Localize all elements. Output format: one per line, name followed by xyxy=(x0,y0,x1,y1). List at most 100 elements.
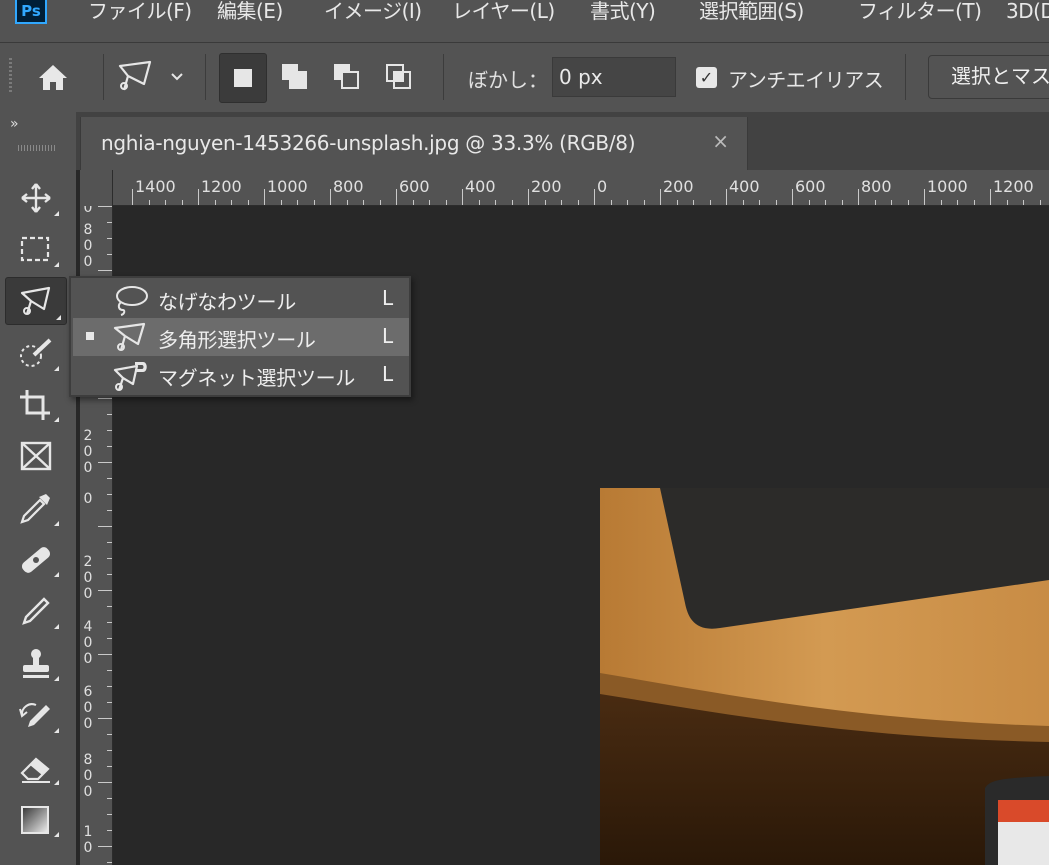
ruler-major-tick xyxy=(726,189,727,205)
ruler-label: 200 xyxy=(531,177,562,196)
menu-edit[interactable]: 編集(E) xyxy=(217,0,283,24)
magnetic-lasso-icon xyxy=(113,362,147,391)
history-brush-tool[interactable] xyxy=(8,693,64,737)
ruler-label: 1000 xyxy=(927,177,968,196)
ruler-minor-tick xyxy=(676,200,678,205)
ruler-origin[interactable] xyxy=(80,170,113,206)
eyedropper-tool[interactable] xyxy=(8,486,64,530)
menu-type[interactable]: 書式(Y) xyxy=(590,0,656,24)
ruler-minor-tick xyxy=(940,200,942,205)
ruler-minor-tick xyxy=(247,200,249,205)
ruler-minor-tick xyxy=(511,200,513,205)
ruler-minor-tick xyxy=(907,200,909,205)
antialias-label: アンチエイリアス xyxy=(728,68,884,92)
marquee-icon xyxy=(20,236,50,262)
ruler-minor-tick xyxy=(808,200,810,205)
ruler-tick xyxy=(107,430,112,431)
gradient-icon xyxy=(21,806,49,834)
ruler-tick xyxy=(107,638,112,639)
ruler-minor-tick xyxy=(214,200,216,205)
move-icon xyxy=(21,183,51,213)
marquee-tool[interactable] xyxy=(8,227,64,271)
ruler-minor-tick xyxy=(610,200,612,205)
ruler-minor-tick xyxy=(709,200,711,205)
ruler-tick xyxy=(107,750,112,751)
select-and-mask-button[interactable]: 選択とマスク... xyxy=(928,55,1049,99)
antialias-checkbox[interactable]: ✓ xyxy=(696,67,717,88)
feather-input[interactable] xyxy=(552,57,676,97)
ruler-minor-tick xyxy=(495,200,496,205)
ruler-major-tick xyxy=(792,189,793,205)
menu-image[interactable]: イメージ(I) xyxy=(324,0,422,24)
quick-selection-icon xyxy=(20,338,52,367)
ruler-tick xyxy=(107,238,112,239)
ruler-minor-tick xyxy=(1006,200,1008,205)
clone-stamp-tool[interactable] xyxy=(8,641,64,685)
ruler-tick xyxy=(107,766,112,767)
brush-tool[interactable] xyxy=(8,589,64,633)
new-selection-icon xyxy=(234,69,252,87)
chevron-down-icon xyxy=(171,73,183,81)
ruler-tick xyxy=(107,606,112,607)
brush-icon xyxy=(22,597,50,625)
menu-filter[interactable]: フィルター(T) xyxy=(858,0,982,24)
ruler-minor-tick xyxy=(478,200,480,205)
ruler-label: 1400 xyxy=(135,177,176,196)
options-divider xyxy=(103,54,104,100)
flyout-item-lasso[interactable]: なげなわツール L xyxy=(73,280,409,318)
flyout-label: マグネット選択ツール xyxy=(158,366,355,390)
move-tool[interactable] xyxy=(8,176,64,220)
menu-file[interactable]: ファイル(F) xyxy=(88,0,192,24)
flyout-shortcut: L xyxy=(382,362,394,386)
collapse-panel-icon[interactable]: » xyxy=(10,116,19,132)
ruler-minor-tick xyxy=(561,200,562,205)
gradient-tool[interactable] xyxy=(8,797,64,841)
clone-stamp-icon xyxy=(23,649,49,678)
ruler-minor-tick xyxy=(891,200,892,205)
ruler-major-tick xyxy=(924,189,925,205)
healing-brush-tool[interactable] xyxy=(8,537,64,581)
flyout-item-magnetic-lasso[interactable]: マグネット選択ツール L xyxy=(73,356,409,394)
close-icon[interactable]: × xyxy=(712,129,729,153)
menu-3d[interactable]: 3D(D) xyxy=(1006,0,1049,24)
tool-preset-picker[interactable] xyxy=(114,56,192,98)
ruler-label: 200 xyxy=(83,554,93,602)
ruler-tick xyxy=(107,622,112,623)
ruler-tick xyxy=(98,590,112,591)
ruler-minor-tick xyxy=(148,200,150,205)
ruler-tick xyxy=(107,414,112,415)
eraser-tool[interactable] xyxy=(8,745,64,789)
home-button[interactable] xyxy=(33,58,73,98)
horizontal-ruler[interactable]: 1400 1200 1000 800 600 400 200 0 200 400 600 800 100… xyxy=(113,170,1049,206)
ruler-major-tick xyxy=(660,189,661,205)
ruler-tick xyxy=(98,654,112,655)
menu-gap xyxy=(0,24,1049,42)
menu-select[interactable]: 選択範囲(S) xyxy=(699,0,804,24)
subtract-from-selection-button[interactable] xyxy=(330,56,370,100)
add-to-selection-button[interactable] xyxy=(278,56,318,100)
photoshop-logo[interactable]: Ps xyxy=(15,0,47,24)
intersect-selection-button[interactable] xyxy=(382,56,422,100)
ruler-major-tick xyxy=(330,189,331,205)
ruler-tick xyxy=(107,254,112,255)
flyout-item-polygonal-lasso[interactable]: 多角形選択ツール L xyxy=(73,318,409,356)
ruler-label: 10 xyxy=(83,824,93,856)
ruler-label: 1000 xyxy=(267,177,308,196)
ruler-minor-tick xyxy=(544,200,546,205)
menu-layer[interactable]: レイヤー(L) xyxy=(452,0,555,24)
polygonal-lasso-tool[interactable] xyxy=(5,277,67,325)
frame-tool[interactable] xyxy=(8,434,64,478)
ruler-major-tick xyxy=(528,189,529,205)
ruler-minor-tick xyxy=(693,200,694,205)
quick-selection-tool[interactable] xyxy=(8,331,64,375)
ruler-tick xyxy=(98,398,112,399)
frame-icon xyxy=(20,441,52,471)
document-tab[interactable]: nghia-nguyen-1453266-unsplash.jpg @ 33.3… xyxy=(80,117,748,170)
options-bar-grip[interactable] xyxy=(9,58,12,94)
ruler-label: 600 xyxy=(83,684,93,732)
ruler-minor-tick xyxy=(825,200,826,205)
ruler-label: 600 xyxy=(399,177,430,196)
new-selection-button[interactable] xyxy=(219,53,267,103)
crop-tool[interactable] xyxy=(8,382,64,426)
tools-panel-grip[interactable] xyxy=(18,145,56,151)
